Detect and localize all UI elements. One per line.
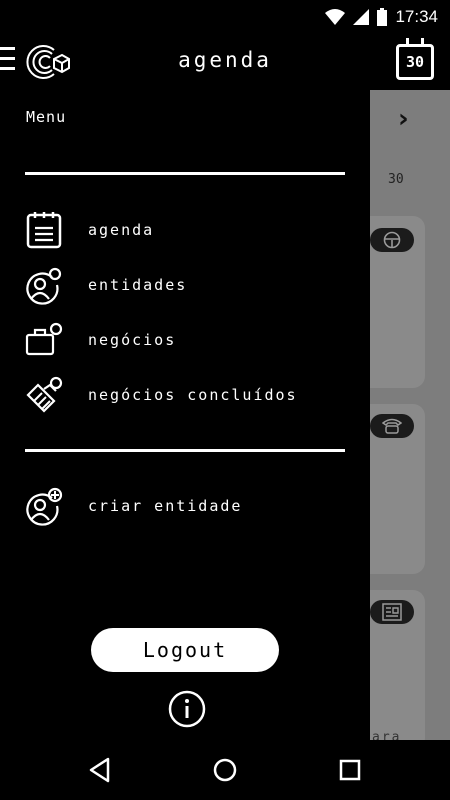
wifi-icon: [325, 9, 346, 25]
add-person-icon: [26, 487, 63, 526]
person-icon: [26, 267, 62, 305]
briefcase-icon: [25, 322, 63, 356]
menu-item-label: criar entidade: [88, 497, 243, 515]
menu-item-entidades[interactable]: entidades: [24, 264, 354, 306]
steering-wheel-icon: [383, 231, 401, 249]
page-title: agenda: [178, 48, 272, 72]
recents-icon[interactable]: [334, 754, 366, 786]
event-type-badge: [370, 600, 414, 624]
notepad-icon: [26, 212, 62, 249]
navigation-drawer: agenda Menu agenda entidades negócios ne…: [0, 34, 370, 740]
menu-item-label: entidades: [88, 276, 188, 294]
event-type-badge: [370, 228, 414, 252]
handshake-icon: [26, 376, 63, 413]
event-type-badge: [370, 414, 414, 438]
back-icon[interactable]: [84, 754, 116, 786]
divider: [25, 172, 345, 175]
day-label: 30: [388, 172, 404, 187]
info-icon[interactable]: [168, 690, 206, 728]
menu-item-agenda[interactable]: agenda: [24, 209, 354, 251]
phone-icon: [382, 418, 402, 434]
home-icon[interactable]: [209, 754, 241, 786]
menu-item-label: negócios: [88, 331, 177, 349]
status-time: 17:34: [395, 7, 438, 26]
chevron-right-icon[interactable]: ›: [398, 104, 409, 134]
divider: [25, 449, 345, 452]
battery-icon: [377, 8, 388, 26]
menu-heading: Menu: [26, 108, 67, 126]
menu-item-negocios[interactable]: negócios: [24, 319, 354, 361]
menu-item-negocios-concluidos[interactable]: negócios concluídos: [24, 374, 354, 416]
menu-item-criar-entidade[interactable]: criar entidade: [24, 485, 354, 527]
menu-item-label: agenda: [88, 221, 155, 239]
logout-button[interactable]: Logout: [91, 628, 279, 672]
newspaper-icon: [382, 603, 402, 621]
status-bar: 17:34: [0, 0, 450, 34]
navigation-bar: [0, 740, 450, 800]
menu-item-label: negócios concluídos: [88, 386, 298, 404]
signal-icon: [353, 9, 370, 25]
